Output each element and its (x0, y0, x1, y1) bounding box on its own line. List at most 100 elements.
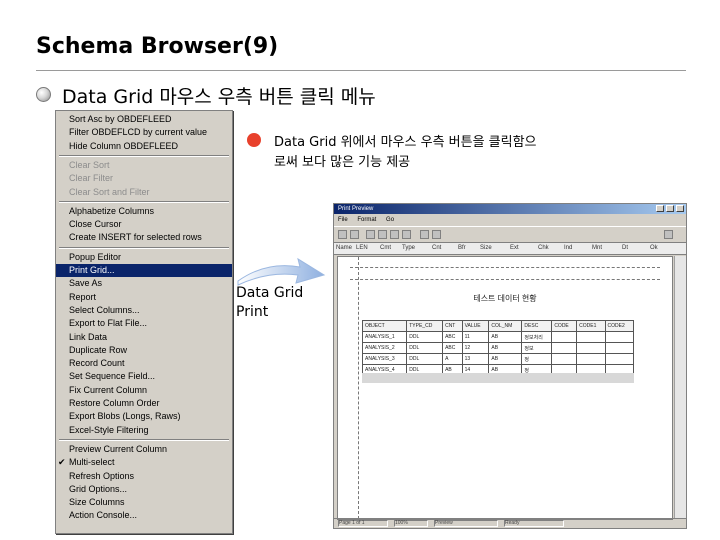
header-cell: COL_NM (488, 320, 523, 332)
menu-separator (59, 438, 229, 441)
page-margin-line (350, 267, 660, 268)
table-row: ANALYSIS_1 DDL ABC 11 AB 정보처리 (361, 331, 635, 343)
print-icon[interactable] (338, 230, 347, 239)
callout-text-line1: Data Grid 위에서 마우스 우측 버튼을 클릭함으 (274, 135, 537, 150)
help-icon[interactable] (664, 230, 673, 239)
slide-title: Schema Browser(9) (36, 34, 279, 59)
maximize-icon[interactable] (666, 205, 674, 212)
menu-item: Clear Filter (69, 173, 114, 184)
menu-separator (59, 200, 229, 203)
table-cell: AB (488, 342, 523, 354)
menu-go[interactable]: Go (386, 217, 394, 223)
table-cell: 12 (461, 342, 490, 354)
column-header-bar: Name LEN Cmt Type Cnt Bfr Size Ext Chk Ind Mnt Dt Ok (334, 243, 686, 255)
menu-item[interactable]: Sort Asc by OBDEFLEED (56, 113, 232, 126)
menu-format[interactable]: Format (357, 217, 376, 223)
page-setup-icon[interactable] (350, 230, 359, 239)
first-page-icon[interactable] (366, 230, 375, 239)
menu-item[interactable]: Excel-Style Filtering (56, 424, 232, 437)
menu-item[interactable]: Save As (56, 277, 232, 290)
menu-file[interactable]: File (338, 217, 348, 223)
menu-item[interactable]: Grid Options... (56, 483, 232, 496)
table-cell: 11 (461, 331, 490, 343)
preview-grid: OBJECT TYPE_CD CNT VALUE COL_NM DESC CODE CODE1… (361, 320, 635, 376)
column-header[interactable]: Bfr (458, 244, 476, 253)
zoom-out-icon[interactable] (432, 230, 441, 239)
zoom-in-icon[interactable] (420, 230, 429, 239)
table-cell (604, 353, 635, 365)
column-header[interactable]: Name (336, 244, 352, 253)
column-header[interactable]: Ok (650, 244, 670, 253)
menu-item[interactable]: Alphabetize Columns (56, 205, 232, 218)
next-page-icon[interactable] (390, 230, 399, 239)
menu-separator (59, 246, 229, 249)
table-cell: ANALYSIS_3 (361, 353, 408, 365)
menu-item[interactable]: Action Console... (56, 509, 232, 522)
menu-item[interactable]: Restore Column Order (56, 397, 232, 410)
column-header[interactable]: Mnt (592, 244, 618, 253)
menu-item[interactable]: Record Count (56, 357, 232, 370)
prev-page-icon[interactable] (378, 230, 387, 239)
preview-menubar: File Format Go (334, 215, 686, 225)
last-page-icon[interactable] (402, 230, 411, 239)
column-header[interactable]: Cnt (432, 244, 454, 253)
table-cell: 13 (461, 353, 490, 365)
table-header-row: OBJECT TYPE_CD CNT VALUE COL_NM DESC CODE CODE1… (361, 320, 635, 332)
column-header[interactable]: Dt (622, 244, 646, 253)
column-header[interactable]: Cmt (380, 244, 398, 253)
header-cell: CNT (442, 320, 463, 332)
header-cell: DESC (521, 320, 553, 332)
menu-item[interactable]: Export to Flat File... (56, 317, 232, 330)
menu-item[interactable]: Report (56, 291, 232, 304)
menu-item[interactable]: Size Columns (56, 496, 232, 509)
title-divider (36, 70, 686, 71)
page-margin-line (350, 279, 660, 280)
menu-item[interactable]: Link Data (56, 331, 232, 344)
menu-item: Clear Sort (69, 159, 110, 170)
window-titlebar: Print Preview (334, 204, 686, 214)
header-cell: VALUE (461, 320, 490, 332)
menu-item[interactable]: Create INSERT for selected rows (56, 231, 232, 244)
menu-item[interactable]: Set Sequence Field... (56, 370, 232, 383)
menu-item[interactable]: Popup Editor (56, 251, 232, 264)
bullet-text: Data Grid 마우스 우측 버튼 클릭 메뉴 (62, 86, 376, 108)
menu-item[interactable]: Filter OBDEFLCD by current value (56, 126, 232, 139)
caption-line2: Print (236, 304, 269, 320)
table-cell: 정보처리 (521, 331, 553, 343)
table-cell (551, 353, 578, 365)
menu-item[interactable]: Close Cursor (56, 218, 232, 231)
table-cell (604, 342, 635, 354)
menu-item[interactable]: Print Grid... (56, 264, 232, 277)
table-cell (604, 331, 635, 343)
vertical-scrollbar[interactable] (674, 256, 686, 518)
column-header[interactable]: Ind (564, 244, 588, 253)
column-header[interactable]: LEN (356, 244, 376, 253)
close-icon[interactable] (676, 205, 684, 212)
header-cell: CODE2 (604, 320, 635, 332)
menu-item[interactable]: Duplicate Row (56, 344, 232, 357)
column-header[interactable]: Ext (510, 244, 534, 253)
arrow-right-icon (237, 257, 326, 286)
table-cell: ANALYSIS_1 (361, 331, 408, 343)
menu-item[interactable]: Refresh Options (56, 470, 232, 483)
menu-item[interactable]: Preview Current Column (56, 443, 232, 456)
callout-text-line2: 로써 보다 많은 기능 제공 (274, 155, 411, 170)
bullet-icon (36, 87, 51, 102)
table-cell: AB (488, 331, 523, 343)
table-row: ANALYSIS_3 DDL A 13 AB 정 (361, 353, 635, 365)
column-header[interactable]: Type (402, 244, 428, 253)
minimize-icon[interactable] (656, 205, 664, 212)
menu-item[interactable]: ✔ Multi-select (56, 456, 232, 469)
table-row: ANALYSIS_2 DDL ABC 12 AB 정보 (361, 342, 635, 354)
table-cell: AB (488, 353, 523, 365)
menu-item[interactable]: Select Columns... (56, 304, 232, 317)
column-header[interactable]: Size (480, 244, 506, 253)
header-cell: OBJECT (361, 320, 408, 332)
grid-footer-band (362, 373, 634, 383)
menu-item[interactable]: Export Blobs (Longs, Raws) (56, 410, 232, 423)
menu-separator (59, 154, 229, 157)
header-cell: CODE1 (576, 320, 606, 332)
column-header[interactable]: Chk (538, 244, 560, 253)
menu-item[interactable]: Fix Current Column (56, 384, 232, 397)
menu-item[interactable]: Hide Column OBDEFLEED (56, 140, 232, 153)
